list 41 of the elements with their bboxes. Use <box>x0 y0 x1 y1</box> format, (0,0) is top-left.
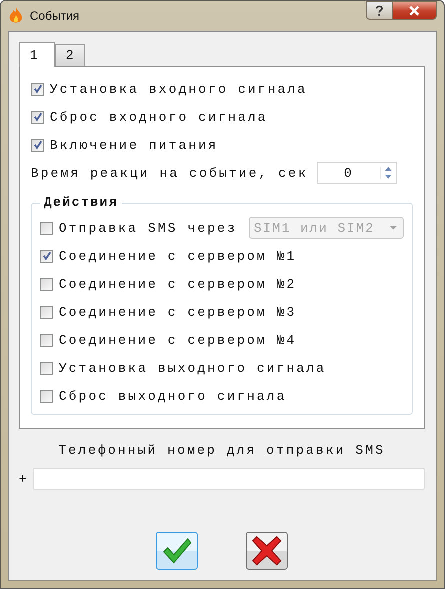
cancel-button[interactable] <box>246 532 288 570</box>
help-icon <box>375 4 384 16</box>
checkbox-label: Сброс выходного сигнала <box>59 388 287 404</box>
close-icon <box>408 6 421 16</box>
checkbox-label: Соединение с сервером №1 <box>59 248 297 264</box>
ok-button[interactable] <box>156 532 198 570</box>
down-arrow-icon <box>385 175 392 179</box>
checkbox[interactable] <box>40 334 53 346</box>
checkbox[interactable] <box>40 250 53 262</box>
tab[interactable]: 2 <box>55 44 85 66</box>
cross-icon <box>252 536 282 566</box>
checkbox-label: Сброс входного сигнала <box>50 110 268 124</box>
checkbox-label: Установка входного сигнала <box>50 82 308 96</box>
phone-label: Телефонный номер для отправки SMS <box>58 443 386 460</box>
checkbox[interactable] <box>40 222 53 234</box>
checkbox-label: Отправка SMS через <box>59 220 238 236</box>
checkbox[interactable] <box>40 390 53 402</box>
caret-icon <box>390 226 397 230</box>
spin-box[interactable]: 0 <box>317 162 397 184</box>
flame-icon <box>8 7 24 25</box>
checkbox[interactable] <box>40 306 53 318</box>
checkbox[interactable] <box>31 82 44 96</box>
checkbox[interactable] <box>40 278 53 290</box>
check-icon <box>162 538 192 564</box>
checkbox-label: Включение питания <box>50 138 218 152</box>
group-title: Действия <box>40 195 122 210</box>
window-title: События <box>30 9 81 23</box>
help-button[interactable] <box>366 1 393 20</box>
up-arrow-icon <box>385 167 392 171</box>
checkbox-label: Установка выходного сигнала <box>59 360 326 376</box>
close-button[interactable] <box>393 1 437 20</box>
checkbox-label: Соединение с сервером №2 <box>59 276 297 292</box>
prefix-label: + <box>19 472 27 486</box>
reaction-label: Время реакци на событие, сек <box>31 166 308 180</box>
checkbox[interactable] <box>31 138 44 152</box>
tab[interactable]: 1 <box>19 42 55 67</box>
checkbox[interactable] <box>40 362 53 374</box>
checkbox-label: Соединение с сервером №3 <box>59 304 297 320</box>
checkbox-label: Соединение с сервером №4 <box>59 332 297 348</box>
phone-field[interactable] <box>32 468 425 490</box>
checkbox[interactable] <box>31 110 44 124</box>
